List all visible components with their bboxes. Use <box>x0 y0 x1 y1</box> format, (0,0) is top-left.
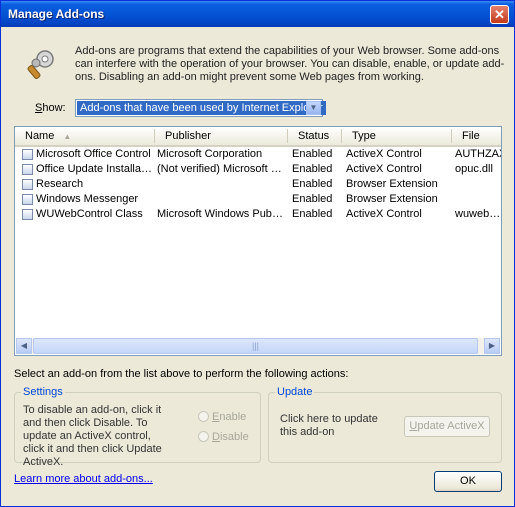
window-title: Manage Add-ons <box>8 7 105 21</box>
scroll-right-icon[interactable]: ▶ <box>484 338 500 354</box>
addons-gear-icon <box>27 50 54 79</box>
activex-icon <box>22 149 33 160</box>
browser-extension-icon <box>22 179 33 190</box>
table-row[interactable]: Office Update Installati... (Not verifie… <box>15 162 501 177</box>
title-bar[interactable]: Manage Add-ons ✕ <box>1 1 514 27</box>
update-group: Update Click here to update this add-on … <box>268 386 502 463</box>
update-activex-button[interactable]: Update ActiveX <box>404 416 490 437</box>
activex-icon <box>22 164 33 175</box>
table-row[interactable]: Research Enabled Browser Extension <box>15 177 501 192</box>
sort-ascending-icon: ▲ <box>63 132 72 141</box>
show-label: Show: <box>35 102 66 114</box>
enable-radio[interactable]: Enable <box>198 411 246 423</box>
update-help-text: Click here to update this add-on <box>280 413 378 438</box>
table-row[interactable]: WUWebControl Class Microsoft Windows Pub… <box>15 207 501 222</box>
activex-icon <box>22 209 33 220</box>
scroll-left-icon[interactable]: ◀ <box>16 338 32 354</box>
select-hint-text: Select an add-on from the list above to … <box>14 368 349 380</box>
column-header-file[interactable]: File <box>452 129 501 143</box>
close-button[interactable]: ✕ <box>490 5 509 24</box>
show-dropdown-value: Add-ons that have been used by Internet … <box>77 101 326 115</box>
column-header-publisher[interactable]: Publisher <box>155 129 288 143</box>
disable-radio[interactable]: Disable <box>198 431 249 443</box>
radio-icon <box>198 411 209 422</box>
learn-more-link[interactable]: Learn more about add-ons... <box>14 473 153 485</box>
column-header-type[interactable]: Type <box>342 129 452 143</box>
addons-list[interactable]: Name ▲ Publisher Status Type File Micros… <box>14 126 502 356</box>
radio-icon <box>198 431 209 442</box>
show-dropdown[interactable]: Add-ons that have been used by Internet … <box>75 99 326 117</box>
table-row[interactable]: Windows Messenger Enabled Browser Extens… <box>15 192 501 207</box>
list-header: Name ▲ Publisher Status Type File <box>15 127 501 147</box>
horizontal-scrollbar[interactable]: ◀ ||| ▶ <box>16 338 500 354</box>
description-text: Add-ons are programs that extend the cap… <box>75 45 505 83</box>
settings-group: Settings To disable an add-on, click it … <box>14 386 261 468</box>
settings-help-text: To disable an add-on, click it and then … <box>23 404 162 468</box>
settings-group-label: Settings <box>21 386 65 398</box>
column-header-status[interactable]: Status <box>288 129 342 143</box>
table-row[interactable]: Microsoft Office Control Microsoft Corpo… <box>15 147 501 162</box>
manage-addons-dialog: Manage Add-ons ✕ Add-ons are programs th… <box>0 0 515 507</box>
update-group-label: Update <box>275 386 315 398</box>
ok-button[interactable]: OK <box>434 471 502 492</box>
chevron-down-icon[interactable]: ▼ <box>306 101 321 115</box>
column-header-name[interactable]: Name ▲ <box>15 129 155 143</box>
scrollbar-thumb[interactable]: ||| <box>33 338 478 354</box>
browser-extension-icon <box>22 194 33 205</box>
